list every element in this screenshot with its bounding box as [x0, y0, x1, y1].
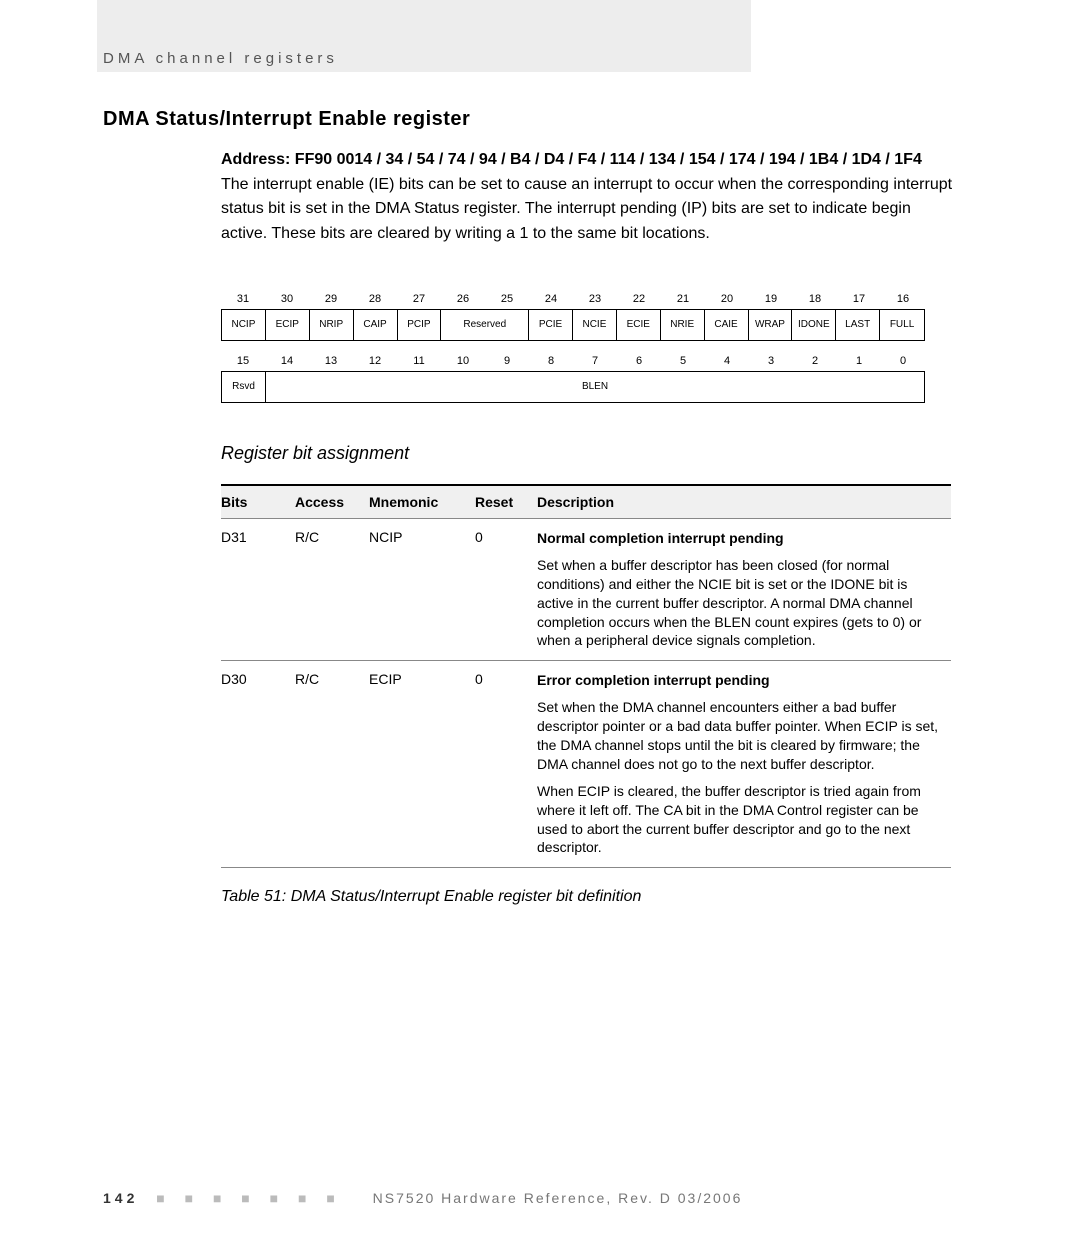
- bit-number: 12: [353, 355, 397, 371]
- bit-number: 15: [221, 355, 265, 371]
- cell-mnemonic: NCIP: [369, 518, 475, 660]
- bit-number: 3: [749, 355, 793, 371]
- bit-numbers-high: 31302928272625242322212019181716: [221, 293, 953, 309]
- bit-cell: PCIE: [529, 310, 573, 340]
- page-footer: 142 ■ ■ ■ ■ ■ ■ ■ NS7520 Hardware Refere…: [103, 1190, 742, 1206]
- bit-cell: ECIE: [617, 310, 661, 340]
- desc-title: Normal completion interrupt pending: [537, 529, 945, 548]
- bit-number: 24: [529, 293, 573, 309]
- bit-cell: Rsvd: [222, 372, 266, 402]
- bit-numbers-low: 1514131211109876543210: [221, 355, 953, 371]
- bit-number: 2: [793, 355, 837, 371]
- bit-cell: NRIP: [310, 310, 354, 340]
- bit-number: 29: [309, 293, 353, 309]
- table-caption: Table 51: DMA Status/Interrupt Enable re…: [221, 888, 953, 906]
- cell-description: Normal completion interrupt pending Set w…: [537, 518, 951, 660]
- page-number: 142: [103, 1190, 138, 1206]
- bit-boxes-low: RsvdBLEN: [221, 371, 925, 403]
- bit-number: 19: [749, 293, 793, 309]
- bit-cell: WRAP: [749, 310, 793, 340]
- desc-paragraph: Set when the DMA channel encounters eith…: [537, 698, 945, 774]
- register-table: Bits Access Mnemonic Reset Description D…: [221, 484, 951, 868]
- bit-number: 22: [617, 293, 661, 309]
- bit-cell: CAIE: [705, 310, 749, 340]
- footer-dots: ■ ■ ■ ■ ■ ■ ■: [156, 1190, 343, 1206]
- bit-number: 16: [881, 293, 925, 309]
- cell-mnemonic: ECIP: [369, 661, 475, 868]
- content-area: DMA Status/Interrupt Enable register Add…: [103, 108, 953, 906]
- bit-number: 9: [485, 355, 529, 371]
- bit-boxes-high: NCIPECIPNRIPCAIPPCIPReservedPCIENCIEECIE…: [221, 309, 925, 341]
- bit-number: 17: [837, 293, 881, 309]
- cell-access: R/C: [295, 661, 369, 868]
- bit-cell: BLEN: [266, 372, 924, 402]
- bit-cell: LAST: [836, 310, 880, 340]
- th-access: Access: [295, 485, 369, 519]
- cell-bits: D31: [221, 518, 295, 660]
- bit-number: 31: [221, 293, 265, 309]
- bit-number: 20: [705, 293, 749, 309]
- th-description: Description: [537, 485, 951, 519]
- bit-number: 25: [485, 293, 529, 309]
- bit-number: 13: [309, 355, 353, 371]
- section-title: DMA Status/Interrupt Enable register: [103, 108, 953, 131]
- bit-number: 8: [529, 355, 573, 371]
- bit-cell: Reserved: [441, 310, 529, 340]
- cell-reset: 0: [475, 661, 537, 868]
- bit-number: 14: [265, 355, 309, 371]
- desc-paragraph: Set when a buffer descriptor has been cl…: [537, 556, 945, 650]
- bit-number: 23: [573, 293, 617, 309]
- bit-number: 27: [397, 293, 441, 309]
- bit-number: 10: [441, 355, 485, 371]
- bit-cell: PCIP: [398, 310, 442, 340]
- th-mnemonic: Mnemonic: [369, 485, 475, 519]
- bit-diagram: 31302928272625242322212019181716 NCIPECI…: [221, 293, 953, 403]
- bit-number: 30: [265, 293, 309, 309]
- bit-cell: ECIP: [266, 310, 310, 340]
- cell-reset: 0: [475, 518, 537, 660]
- bit-number: 7: [573, 355, 617, 371]
- bit-cell: IDONE: [792, 310, 836, 340]
- table-row: D31R/CNCIP0Normal completion interrupt p…: [221, 518, 951, 660]
- bit-number: 0: [881, 355, 925, 371]
- bit-number: 28: [353, 293, 397, 309]
- address-line: Address: FF90 0014 / 34 / 54 / 74 / 94 /…: [221, 149, 953, 171]
- page: DMA channel registers DMA Status/Interru…: [0, 0, 1080, 1254]
- bit-number: 1: [837, 355, 881, 371]
- bit-cell: NCIE: [573, 310, 617, 340]
- bit-number: 11: [397, 355, 441, 371]
- cell-access: R/C: [295, 518, 369, 660]
- bit-number: 26: [441, 293, 485, 309]
- intro-block: Address: FF90 0014 / 34 / 54 / 74 / 94 /…: [221, 149, 953, 247]
- running-head: DMA channel registers: [103, 50, 338, 67]
- bit-cell: NCIP: [222, 310, 266, 340]
- bit-cell: FULL: [880, 310, 924, 340]
- table-row: D30R/CECIP0Error completion interrupt pe…: [221, 661, 951, 868]
- register-table-wrap: Bits Access Mnemonic Reset Description D…: [221, 484, 951, 868]
- intro-paragraph: The interrupt enable (IE) bits can be se…: [221, 173, 953, 247]
- footer-doc-title: NS7520 Hardware Reference, Rev. D 03/200…: [373, 1190, 743, 1206]
- th-reset: Reset: [475, 485, 537, 519]
- bit-number: 5: [661, 355, 705, 371]
- bit-number: 4: [705, 355, 749, 371]
- cell-bits: D30: [221, 661, 295, 868]
- subheading: Register bit assignment: [221, 443, 953, 464]
- bit-number: 6: [617, 355, 661, 371]
- bit-number: 18: [793, 293, 837, 309]
- bit-cell: CAIP: [354, 310, 398, 340]
- desc-title: Error completion interrupt pending: [537, 671, 945, 690]
- desc-paragraph: When ECIP is cleared, the buffer descrip…: [537, 782, 945, 858]
- cell-description: Error completion interrupt pending Set wh…: [537, 661, 951, 868]
- bit-cell: NRIE: [661, 310, 705, 340]
- th-bits: Bits: [221, 485, 295, 519]
- bit-number: 21: [661, 293, 705, 309]
